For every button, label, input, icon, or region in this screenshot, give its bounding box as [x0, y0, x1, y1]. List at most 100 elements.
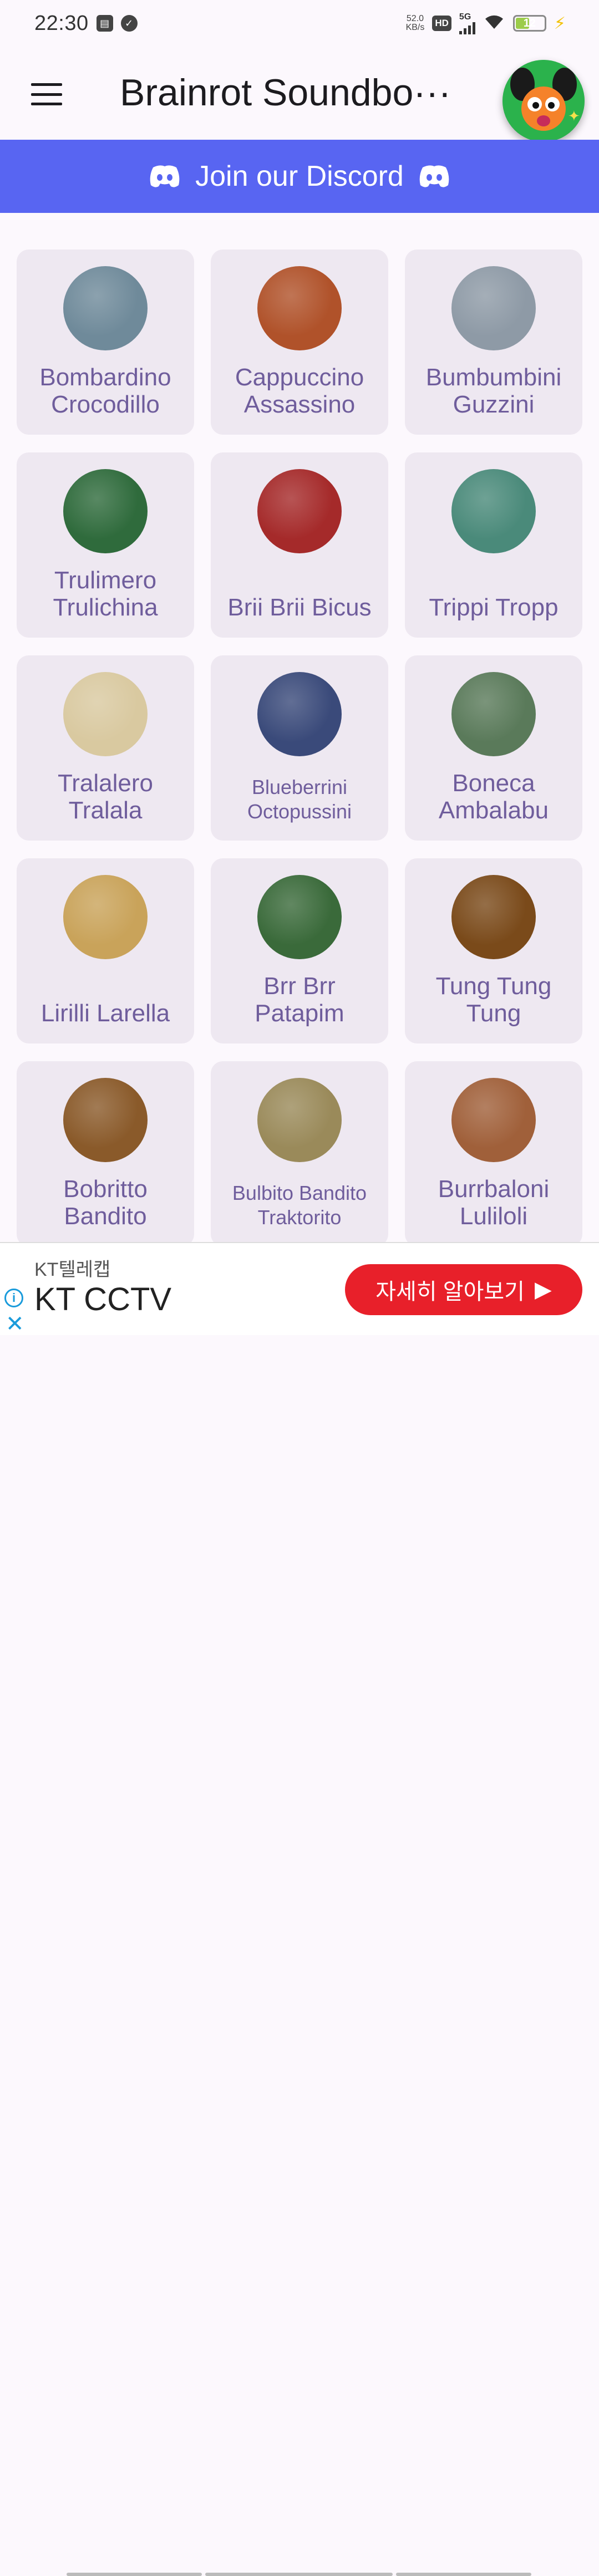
sound-thumbnail [451, 1078, 536, 1162]
sound-label-line: Bandito [64, 1203, 147, 1230]
sound-thumbnail [451, 875, 536, 959]
sound-card[interactable]: Tung Tung Tung [405, 858, 582, 1043]
sound-card[interactable]: Cappuccino Assassino [211, 250, 388, 435]
sound-label-line: Trippi Tropp [429, 594, 559, 621]
network-speed: 52.0 KB/s [406, 14, 425, 32]
sound-thumbnail [63, 1078, 148, 1162]
sound-label: Bombardino Crocodillo [22, 364, 189, 418]
sound-thumbnail [451, 672, 536, 756]
app-bar: Brainrot Soundbo··· ✦ [0, 47, 599, 142]
battery-icon: 12 [512, 15, 546, 32]
sound-card[interactable]: Boneca Ambalabu [405, 655, 582, 841]
ad-info-icon[interactable]: i [4, 1289, 23, 1307]
sound-label-line: Patapim [255, 1000, 344, 1027]
sound-label-line: Crocodillo [51, 391, 160, 418]
sound-grid: Bombardino Crocodillo Cappuccino Assassino B… [17, 250, 582, 1246]
ad-cta-label: 자세히 알아보기 [375, 1280, 525, 1304]
sound-card[interactable]: Trippi Tropp [405, 452, 582, 638]
sound-card[interactable]: Bombardino Crocodillo [17, 250, 194, 435]
sound-label-line: Lirilli Larella [40, 1000, 170, 1027]
sound-thumbnail [257, 875, 342, 959]
sound-label-line: Tralalero [58, 770, 153, 797]
sound-label: Blueberrini Octopussini [216, 775, 383, 824]
message-notification-icon: ▤ [96, 15, 113, 32]
sound-card[interactable]: Blueberrini Octopussini [211, 655, 388, 841]
ad-close-icon[interactable]: ✕ [6, 1313, 24, 1335]
sound-label-line: Trulimero [54, 567, 157, 594]
sound-label: Burrbaloni Luliloli [410, 1175, 577, 1230]
sound-thumbnail [257, 1078, 342, 1162]
network-speed-unit: KB/s [405, 23, 425, 32]
sound-label-line: Assassino [243, 391, 356, 418]
sound-label-line: Bombardino [39, 364, 171, 391]
sound-label: Lirilli Larella [22, 1000, 189, 1027]
ad-banner[interactable]: i ✕ KT텔레캡 KT CCTV 자세히 알아보기 ▶ [0, 1242, 599, 2576]
sound-thumbnail [451, 469, 536, 553]
ad-cta-button[interactable]: 자세히 알아보기 ▶ [345, 1264, 582, 1315]
sound-card[interactable]: Lirilli Larella [17, 858, 194, 1043]
sound-label: Brii Brii Bicus [216, 594, 383, 621]
sound-label: Tung Tung Tung [410, 973, 577, 1027]
network-speed-value: 52.0 [406, 14, 424, 23]
sound-label-line: Brr Brr [263, 973, 336, 1000]
sound-thumbnail [257, 469, 342, 553]
sound-thumbnail [257, 266, 342, 350]
network-type: 5G [459, 12, 471, 22]
sound-label-line: Brii Brii Bicus [227, 594, 372, 621]
sound-thumbnail [63, 672, 148, 756]
sound-label-line: Bobritto [63, 1175, 148, 1203]
sound-label-line: Burrbaloni [438, 1175, 550, 1203]
discord-icon [150, 165, 180, 187]
sound-label-line: Luliloli [459, 1203, 528, 1230]
sound-label: Bumbumbini Guzzini [410, 364, 577, 418]
sound-label: Bobritto Bandito [22, 1175, 189, 1230]
discord-banner[interactable]: Join our Discord [0, 140, 599, 213]
sound-card[interactable]: Bobritto Bandito [17, 1061, 194, 1246]
sound-label-line: Cappuccino [235, 364, 364, 391]
sound-label: Bulbito Bandito Traktorito [216, 1181, 383, 1230]
sound-label-line: Blueberrini [251, 776, 348, 798]
ad-brand: KT텔레캡 [34, 1259, 111, 1280]
sound-label-line: Traktorito [257, 1206, 342, 1229]
sound-label-line: Guzzini [453, 391, 535, 418]
sound-card[interactable]: Tralalero Tralala [17, 655, 194, 841]
sound-card[interactable]: Bulbito Bandito Traktorito [211, 1061, 388, 1246]
sound-label-line: Tung [466, 1000, 521, 1027]
menu-icon[interactable] [27, 80, 67, 109]
sound-card[interactable]: Brr Brr Patapim [211, 858, 388, 1043]
sound-card[interactable]: Bumbumbini Guzzini [405, 250, 582, 435]
wifi-icon [483, 12, 505, 34]
svg-text:✦: ✦ [568, 108, 580, 124]
ad-title: KT CCTV [34, 1281, 172, 1317]
app-mascot-avatar[interactable]: ✦ [502, 60, 585, 142]
cellular-signal-icon: 5G [459, 12, 475, 34]
sound-label-line: Tralala [68, 797, 143, 824]
sound-label-line: Trulichina [53, 594, 158, 621]
sound-label: Trulimero Trulichina [22, 567, 189, 621]
sound-thumbnail [63, 875, 148, 959]
sound-card[interactable]: Brii Brii Bicus [211, 452, 388, 638]
sound-label: Boneca Ambalabu [410, 770, 577, 824]
page-indicator [67, 2573, 202, 2576]
sound-label-line: Bumbumbini [425, 364, 562, 391]
sound-label: Tralalero Tralala [22, 770, 189, 824]
charging-icon: ⚡ [554, 14, 566, 33]
page-indicator [205, 2573, 393, 2576]
sound-label: Trippi Tropp [410, 594, 577, 621]
page-title: Brainrot Soundbo··· [120, 72, 451, 114]
sound-card[interactable]: Trulimero Trulichina [17, 452, 194, 638]
sound-label: Cappuccino Assassino [216, 364, 383, 418]
sound-label: Brr Brr Patapim [216, 973, 383, 1027]
sound-card[interactable]: Burrbaloni Luliloli [405, 1061, 582, 1246]
sound-label-line: Ambalabu [438, 797, 549, 824]
sound-thumbnail [257, 672, 342, 756]
sound-label-line: Tung Tung [435, 973, 552, 1000]
sound-label-line: Bulbito Bandito [232, 1182, 367, 1204]
battery-level: 12 [523, 17, 536, 29]
page-indicator [396, 2573, 531, 2576]
check-notification-icon: ✓ [120, 15, 138, 32]
hd-voice-icon: HD [432, 16, 451, 31]
status-time: 22:30 [34, 11, 89, 35]
sound-thumbnail [63, 469, 148, 553]
discord-banner-label: Join our Discord [195, 160, 404, 192]
